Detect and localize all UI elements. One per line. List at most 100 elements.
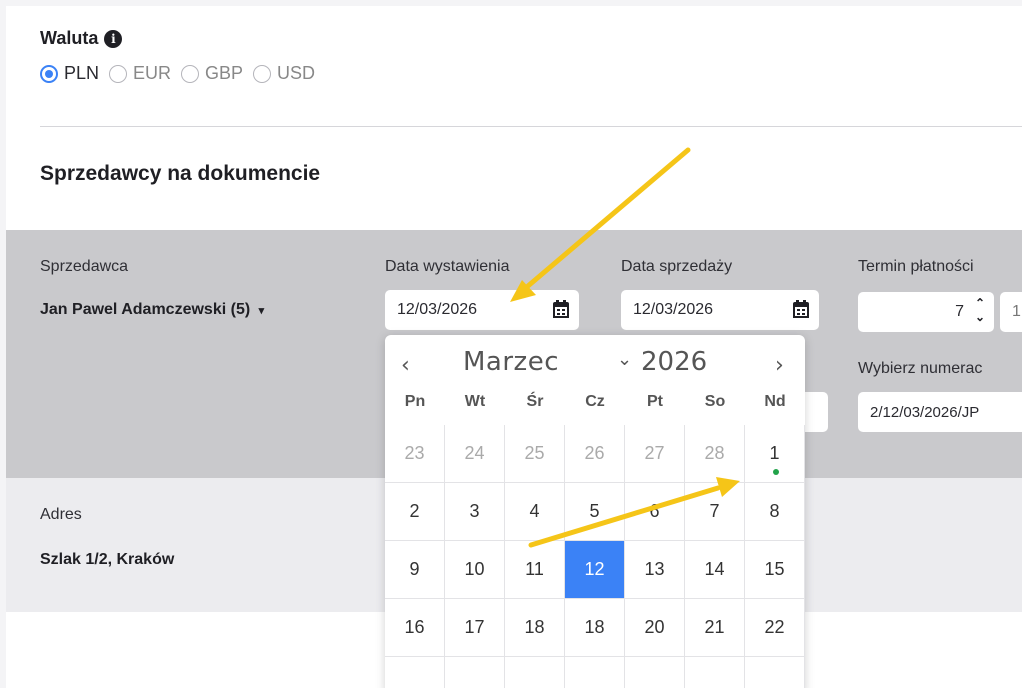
day-cell[interactable]: 15 (745, 541, 805, 599)
today-marker-icon (773, 469, 779, 475)
radio-circle-icon[interactable] (181, 64, 200, 83)
day-number: 15 (764, 559, 785, 579)
issue-date-label: Data wystawienia (385, 258, 510, 275)
day-cell[interactable]: 3 (445, 483, 505, 541)
day-cell[interactable] (685, 657, 745, 688)
day-number: 2 (409, 501, 420, 521)
day-cell[interactable] (445, 657, 505, 688)
address-label: Adres (40, 506, 82, 523)
next-month-icon[interactable]: › (775, 353, 784, 378)
day-number: 4 (529, 501, 540, 521)
radio-circle-icon[interactable] (109, 64, 128, 83)
sale-date-input[interactable]: 12/03/2026 (621, 290, 819, 330)
day-cell[interactable]: 26 (565, 425, 625, 483)
calendar-icon[interactable] (793, 300, 809, 318)
day-number: 6 (649, 501, 660, 521)
day-number: 25 (524, 443, 545, 463)
day-cell[interactable] (385, 657, 445, 688)
divider (40, 126, 1022, 127)
day-cell[interactable]: 22 (745, 599, 805, 657)
hidden-field-edge (804, 392, 828, 432)
day-cell[interactable]: 2 (385, 483, 445, 541)
numbering-value: 2/12/03/2026/JP (870, 403, 980, 421)
numbering-label: Wybierz numerac (858, 360, 983, 377)
day-cell[interactable]: 13 (625, 541, 685, 599)
day-number: 13 (644, 559, 665, 579)
radio-circle-icon[interactable] (253, 64, 272, 83)
day-number: 11 (525, 559, 544, 579)
payment-term-input[interactable]: 7 ⌃ ⌄ (858, 292, 994, 332)
day-number: 21 (704, 617, 725, 637)
day-cell[interactable]: 16 (385, 599, 445, 657)
day-cell[interactable] (505, 657, 565, 688)
payment-term-unit-select[interactable]: 1 (1000, 292, 1022, 332)
chevron-down-icon[interactable]: ⌄ (617, 349, 632, 370)
day-cell[interactable]: 1 (745, 425, 805, 483)
radio-label: EUR (133, 63, 172, 83)
calendar-icon[interactable] (553, 300, 569, 318)
day-cell[interactable]: 18 (505, 599, 565, 657)
year-input[interactable]: 2026 (641, 347, 707, 377)
truncated-text: 1 (1012, 303, 1021, 320)
day-cell[interactable]: 4 (505, 483, 565, 541)
day-number: 5 (589, 501, 600, 521)
day-cell[interactable]: 17 (445, 599, 505, 657)
day-cell[interactable]: 9 (385, 541, 445, 599)
day-number: 20 (644, 617, 665, 637)
day-number: 18 (524, 617, 545, 637)
weekday-label: Wt (464, 393, 486, 410)
day-number: 22 (764, 617, 785, 637)
payment-term-value: 7 (955, 303, 964, 320)
info-icon[interactable]: i (104, 29, 123, 48)
weekday-label: Pn (404, 393, 426, 410)
day-cell[interactable]: 11 (505, 541, 565, 599)
numbering-select[interactable]: 2/12/03/2026/JP (858, 392, 1022, 432)
day-cell[interactable]: 10 (445, 541, 505, 599)
day-cell[interactable]: 12 (565, 541, 625, 599)
day-cell[interactable]: 23 (385, 425, 445, 483)
sale-date-label: Data sprzedaży (621, 258, 733, 275)
day-cell[interactable]: 20 (625, 599, 685, 657)
section-title: Sprzedawcy na dokumencie (40, 162, 321, 185)
day-cell[interactable]: 7 (685, 483, 745, 541)
month-select[interactable]: Marzec (463, 347, 559, 377)
seller-label: Sprzedawca (40, 258, 129, 275)
day-cell[interactable]: 28 (685, 425, 745, 483)
day-cell[interactable]: 6 (625, 483, 685, 541)
day-cell[interactable]: 5 (565, 483, 625, 541)
address-value: Szlak 1/2, Kraków (40, 551, 175, 568)
issue-date-input[interactable]: 12/03/2026 (385, 290, 579, 330)
day-cell[interactable]: 24 (445, 425, 505, 483)
payment-term-label: Termin płatności (858, 258, 974, 275)
weekday-label: Śr (526, 393, 544, 410)
radio-pln[interactable]: PLN (40, 63, 99, 84)
radio-circle-icon[interactable] (40, 64, 58, 83)
day-cell[interactable]: 14 (685, 541, 745, 599)
issue-date-value: 12/03/2026 (397, 301, 478, 318)
day-cell[interactable] (565, 657, 625, 688)
day-number: 9 (409, 559, 420, 579)
day-number: 18 (584, 617, 605, 637)
radio-usd[interactable]: USD (253, 63, 315, 84)
radio-gbp[interactable]: GBP (181, 63, 243, 84)
day-cell[interactable]: 21 (685, 599, 745, 657)
day-cell[interactable]: 8 (745, 483, 805, 541)
day-cell[interactable]: 27 (625, 425, 685, 483)
day-cell[interactable]: 25 (505, 425, 565, 483)
weekday-label: Pt (647, 393, 663, 410)
day-number: 28 (704, 443, 725, 463)
seller-dropdown[interactable]: Jan Pawel Adamczewski (5) ▾ (40, 301, 264, 319)
day-cell[interactable] (745, 657, 805, 688)
radio-label: PLN (64, 63, 100, 83)
radio-eur[interactable]: EUR (109, 63, 171, 84)
prev-month-icon[interactable]: ‹ (401, 353, 410, 378)
radio-label: GBP (205, 63, 244, 83)
day-number: 3 (469, 501, 480, 521)
stepper-arrows-icon[interactable]: ⌃ ⌄ (974, 296, 986, 328)
day-number: 27 (644, 443, 665, 463)
day-cell[interactable] (625, 657, 685, 688)
day-cell[interactable]: 18 (565, 599, 625, 657)
weekday-label: So (704, 393, 726, 410)
day-number: 16 (404, 617, 425, 637)
day-number: 1 (769, 443, 780, 463)
